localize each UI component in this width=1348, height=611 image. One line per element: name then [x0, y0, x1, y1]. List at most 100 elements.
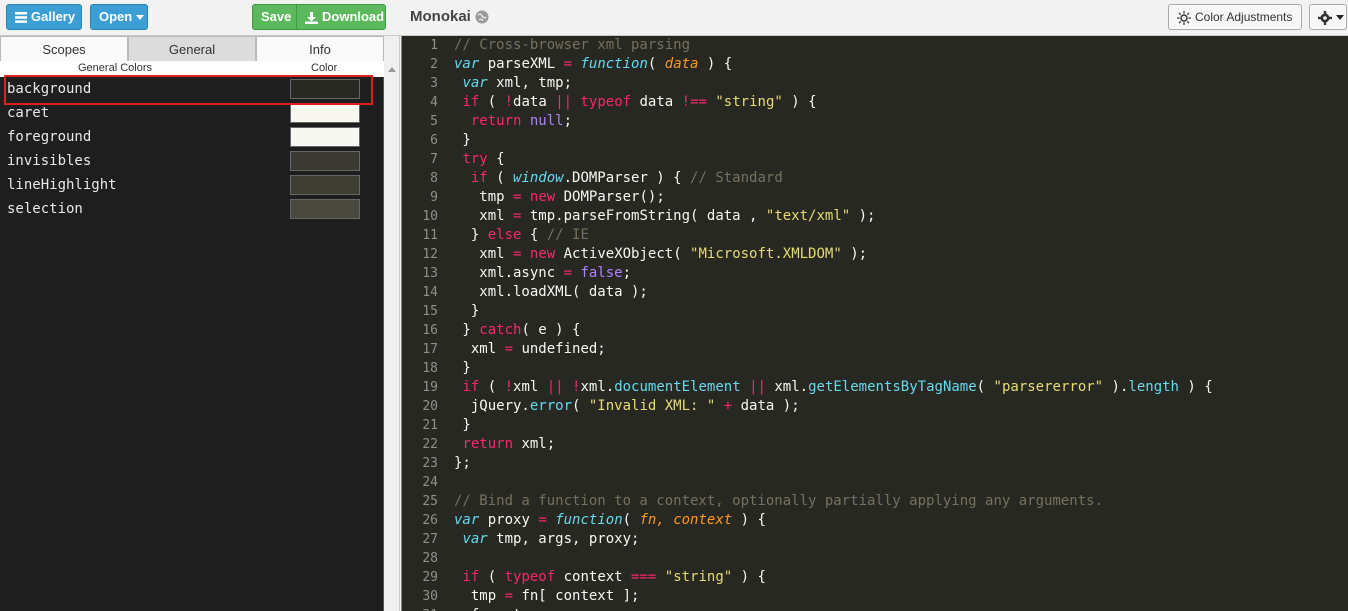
- tab-scopes[interactable]: Scopes: [0, 36, 128, 61]
- code-line: 5 return null;: [402, 112, 1348, 131]
- color-swatch[interactable]: [290, 127, 360, 147]
- code-text: }: [454, 132, 471, 148]
- color-row-invisibles[interactable]: invisibles: [0, 149, 370, 173]
- code-line: 19 if ( !xml || !xml.documentElement || …: [402, 378, 1348, 397]
- column-header-general-colors: General Colors: [78, 62, 152, 74]
- line-number: 2: [430, 57, 438, 72]
- color-swatch[interactable]: [290, 79, 360, 99]
- code-line: 3 var xml, tmp;: [402, 74, 1348, 93]
- code-line: 27 var tmp, args, proxy;: [402, 530, 1348, 549]
- line-number: 3: [430, 76, 438, 91]
- line-number: 19: [422, 380, 438, 395]
- line-number: 24: [422, 475, 438, 490]
- color-row-caret[interactable]: caret: [0, 101, 370, 125]
- line-number: 1: [430, 38, 438, 53]
- download-button[interactable]: Download: [296, 4, 386, 30]
- settings-button[interactable]: [1309, 4, 1347, 30]
- color-list: background caret foreground invisibles lineH…: [0, 77, 370, 221]
- tab-info[interactable]: Info: [256, 36, 384, 61]
- code-line: 22 return xml;: [402, 435, 1348, 454]
- gallery-button[interactable]: Gallery: [6, 4, 82, 30]
- line-number: 25: [422, 494, 438, 509]
- tab-general[interactable]: General: [128, 36, 256, 61]
- color-name: background: [7, 81, 92, 97]
- download-label: Download: [322, 9, 385, 24]
- code-line: 14 xml.loadXML( data );: [402, 283, 1348, 302]
- download-icon: [305, 11, 318, 24]
- panel-tabs: Scopes General Info: [0, 36, 384, 61]
- code-text: tmp = new DOMParser();: [454, 189, 665, 205]
- save-button[interactable]: Save: [252, 4, 297, 30]
- line-number: 31: [402, 606, 438, 611]
- chevron-down-icon: [1336, 15, 1344, 21]
- chevron-down-icon: [136, 15, 145, 21]
- color-name: lineHighlight: [7, 177, 117, 193]
- code-line: 18 }: [402, 359, 1348, 378]
- line-number: 21: [422, 418, 438, 433]
- column-header-color: Color: [311, 62, 338, 74]
- code-text: jQuery.error( "Invalid XML: " + data );: [454, 398, 800, 414]
- code-line: 2 var parseXML = function( data ) {: [402, 55, 1348, 74]
- globe-icon: [475, 10, 489, 23]
- line-number: 26: [422, 513, 438, 528]
- code-text: return null;: [470, 113, 573, 129]
- color-row-background[interactable]: background: [0, 77, 370, 101]
- code-text: var proxy = function( fn, context ) {: [454, 512, 766, 528]
- line-number: 9: [430, 190, 438, 205]
- color-swatch[interactable]: [290, 199, 360, 219]
- code-line: 26 var proxy = function( fn, context ) {: [402, 511, 1348, 530]
- panel-scrollbar[interactable]: [384, 36, 400, 611]
- color-adjustments-button[interactable]: Color Adjustments: [1168, 4, 1302, 30]
- line-number: 27: [422, 532, 438, 547]
- line-number: 11: [422, 228, 438, 243]
- line-number: 16: [422, 323, 438, 338]
- code-text: } catch( e ) {: [454, 322, 581, 338]
- theme-name: Monokai: [410, 8, 471, 25]
- gear-icon: [1318, 10, 1332, 25]
- code-text: }: [454, 417, 471, 433]
- color-row-selection[interactable]: selection: [0, 197, 370, 221]
- line-number: 5: [430, 114, 438, 129]
- color-name: invisibles: [7, 153, 92, 169]
- code-text: // Bind a function to a context, optiona…: [454, 493, 1104, 509]
- color-row-foreground[interactable]: foreground: [0, 125, 370, 149]
- code-text: if ( typeof context === "string" ) {: [462, 569, 766, 585]
- line-number: 10: [422, 209, 438, 224]
- line-number: 23: [422, 456, 438, 471]
- line-number: 12: [422, 247, 438, 262]
- line-number: 17: [422, 342, 438, 357]
- line-number: 18: [422, 361, 438, 376]
- color-swatch[interactable]: [290, 175, 360, 195]
- code-line: 16 } catch( e ) {: [402, 321, 1348, 340]
- open-button[interactable]: Open: [90, 4, 148, 30]
- code-text: try {: [462, 151, 505, 167]
- code-text: };: [454, 455, 471, 471]
- gallery-label: Gallery: [31, 9, 76, 24]
- code-line: 30 tmp = fn[ context ];: [402, 587, 1348, 606]
- color-swatch[interactable]: [290, 103, 360, 123]
- code-text: }: [454, 360, 471, 376]
- code-line: 10 xml = tmp.parseFromString( data , "te…: [402, 207, 1348, 226]
- general-colors-panel: Scopes General Info General Colors Color…: [0, 36, 384, 611]
- color-row-linehighlight[interactable]: lineHighlight: [0, 173, 370, 197]
- code-text: xml = undefined;: [454, 341, 606, 357]
- code-text: } else { // IE: [454, 227, 589, 243]
- sun-icon: [1177, 10, 1191, 25]
- save-label: Save: [261, 9, 292, 24]
- code-line: 21 }: [402, 416, 1348, 435]
- code-line: 9 tmp = new DOMParser();: [402, 188, 1348, 207]
- code-line: 24: [402, 473, 1348, 492]
- code-line: 11 } else { // IE: [402, 226, 1348, 245]
- code-text: if ( window.DOMParser ) { // Standard: [470, 170, 783, 186]
- line-number: 30: [422, 589, 438, 604]
- code-editor[interactable]: 1 // Cross-browser xml parsing 2 var parseX…: [401, 36, 1348, 611]
- code-line: 7 try {: [402, 150, 1348, 169]
- code-text: if ( !data || typeof data !== "string" )…: [462, 94, 817, 110]
- color-swatch[interactable]: [290, 151, 360, 171]
- code-line: 13 xml.async = false;: [402, 264, 1348, 283]
- color-adjustments-label: Color Adjustments: [1195, 10, 1293, 24]
- code-text: if ( !xml || !xml.documentElement || xml…: [462, 379, 1213, 395]
- code-line: 1 // Cross-browser xml parsing: [402, 36, 1348, 55]
- code-line: 29 if ( typeof context === "string" ) {: [402, 568, 1348, 587]
- code-text: xml.async = false;: [454, 265, 632, 281]
